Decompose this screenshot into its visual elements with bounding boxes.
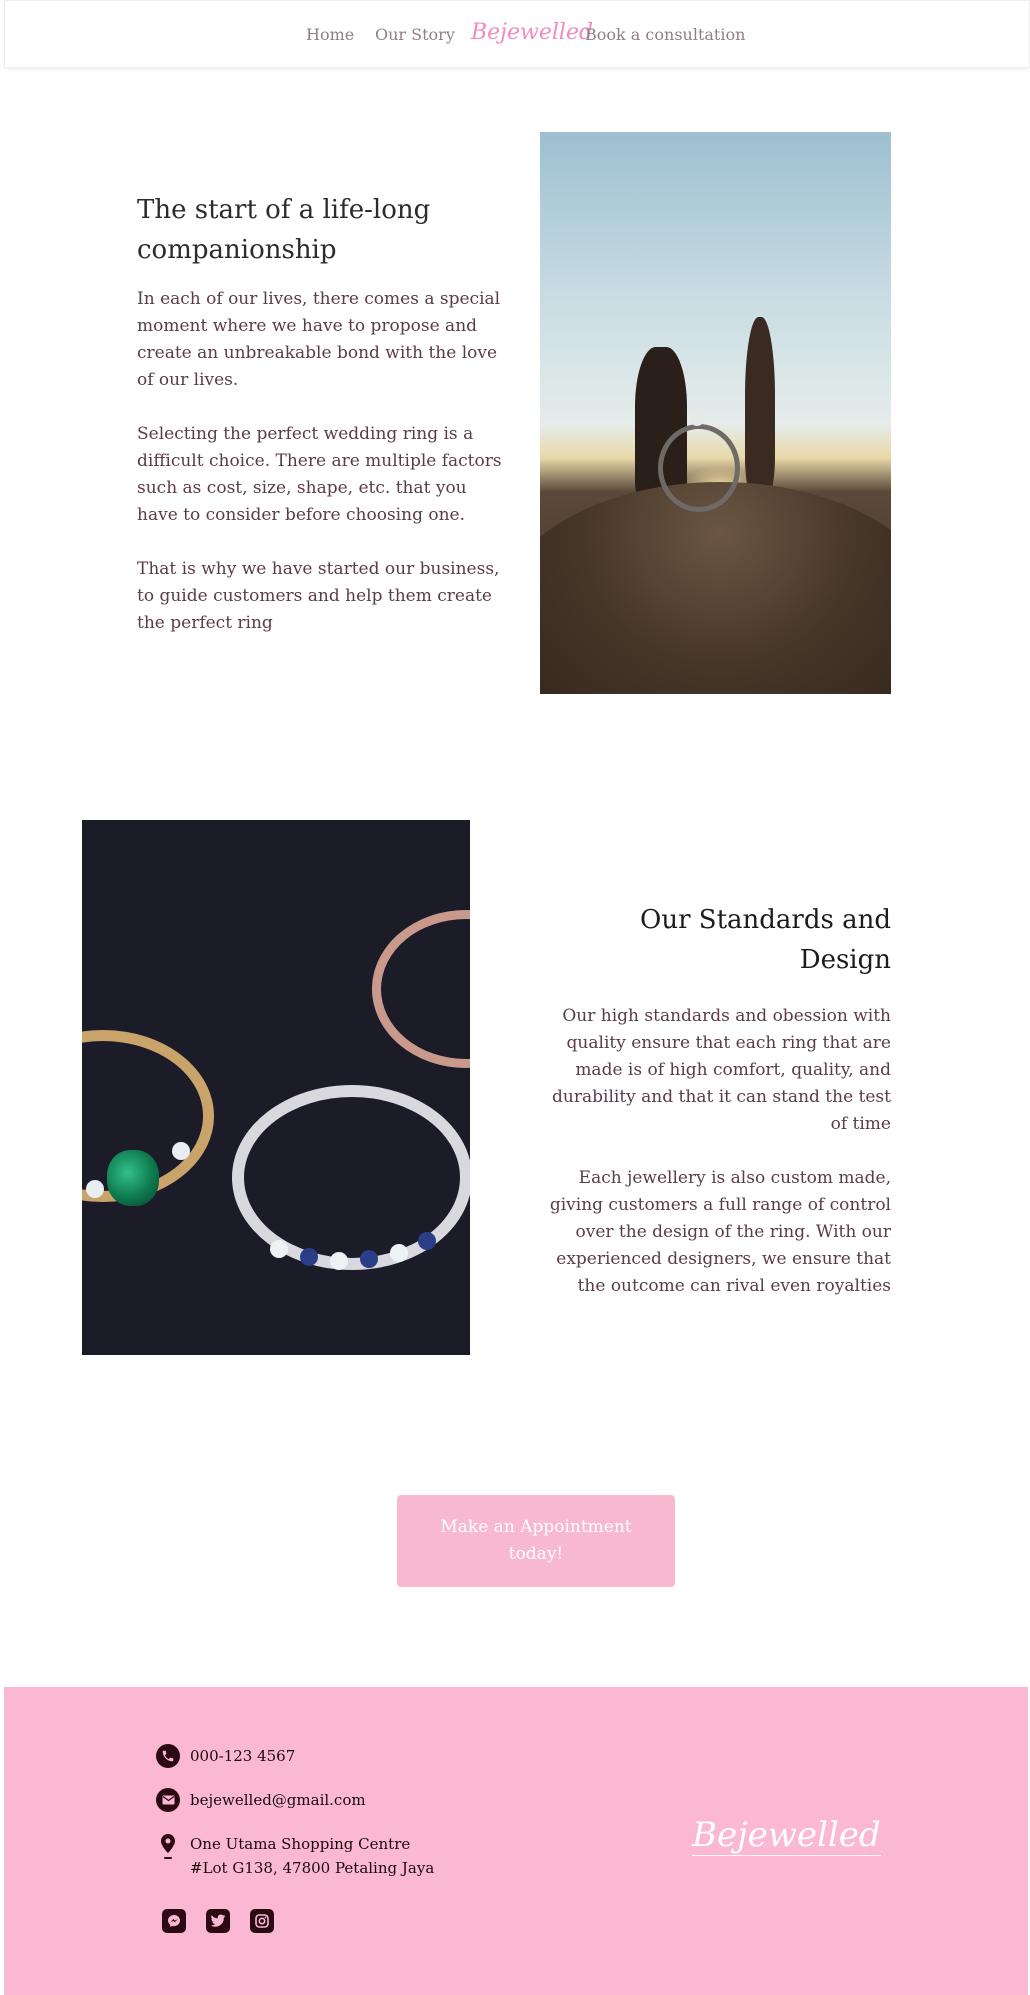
- rings-photo: [82, 820, 470, 1355]
- make-appointment-button[interactable]: Make an Appointment today!: [397, 1495, 675, 1587]
- nav-book-consultation-link[interactable]: Book a consultation: [585, 25, 745, 44]
- photo-diamond: [330, 1252, 348, 1270]
- paragraph: Each jewellery is also custom made, givi…: [549, 1168, 891, 1296]
- photo-rose-gold-ring: [372, 910, 470, 1068]
- section-text-companionship: In each of our lives, there comes a spec…: [137, 286, 507, 664]
- nav-our-story-link[interactable]: Our Story: [375, 25, 455, 44]
- photo-sand: [540, 482, 891, 694]
- footer: 000-123 4567 bejewelled@gmail.com One Ut…: [4, 1687, 1028, 1995]
- paragraph: In each of our lives, there comes a spec…: [137, 289, 501, 390]
- paragraph: That is why we have started our business…: [137, 559, 500, 633]
- paragraph: Selecting the perfect wedding ring is a …: [137, 424, 502, 525]
- paragraph: Our high standards and obession with qua…: [552, 1006, 891, 1134]
- proposal-photo: [540, 132, 891, 694]
- footer-email: bejewelled@gmail.com: [156, 1788, 366, 1812]
- top-nav: Home Our Story Bejewelled Book a consult…: [4, 0, 1030, 68]
- photo-standing-woman: [745, 317, 775, 492]
- photo-diamond: [390, 1244, 408, 1262]
- photo-diamond: [172, 1142, 190, 1160]
- photo-sapphire: [360, 1250, 378, 1268]
- photo-ring: [658, 424, 740, 512]
- social-links: [162, 1909, 274, 1933]
- phone-icon: [156, 1744, 180, 1768]
- photo-sapphire: [418, 1232, 436, 1250]
- photo-ring-stone: [690, 412, 704, 426]
- photo-diamond: [86, 1180, 104, 1198]
- twitter-icon[interactable]: [206, 1909, 230, 1933]
- nav-brand-logo[interactable]: Bejewelled: [471, 20, 593, 45]
- section-heading-companionship: The start of a life-long companionship: [137, 195, 431, 265]
- mail-icon: [156, 1788, 180, 1812]
- messenger-icon[interactable]: [162, 1909, 186, 1933]
- instagram-icon[interactable]: [250, 1909, 274, 1933]
- footer-email-text[interactable]: bejewelled@gmail.com: [190, 1788, 366, 1812]
- section-heading-standards: Our Standards and Design: [640, 905, 891, 975]
- location-pin-icon: [156, 1832, 180, 1868]
- photo-diamond: [270, 1240, 288, 1258]
- footer-address: One Utama Shopping Centre #Lot G138, 478…: [156, 1832, 434, 1880]
- address-line-2: #Lot G138, 47800 Petaling Jaya: [190, 1859, 435, 1877]
- photo-emerald-stone: [107, 1150, 159, 1206]
- footer-brand-logo: Bejewelled: [692, 1815, 881, 1856]
- nav-home-link[interactable]: Home: [306, 25, 354, 44]
- photo-sapphire: [300, 1248, 318, 1266]
- footer-phone-text: 000-123 4567: [190, 1747, 296, 1765]
- section-text-standards: Our high standards and obession with qua…: [541, 1003, 891, 1327]
- footer-phone: 000-123 4567: [156, 1744, 295, 1768]
- footer-address-text: One Utama Shopping Centre #Lot G138, 478…: [190, 1832, 434, 1880]
- address-line-1: One Utama Shopping Centre: [190, 1835, 411, 1853]
